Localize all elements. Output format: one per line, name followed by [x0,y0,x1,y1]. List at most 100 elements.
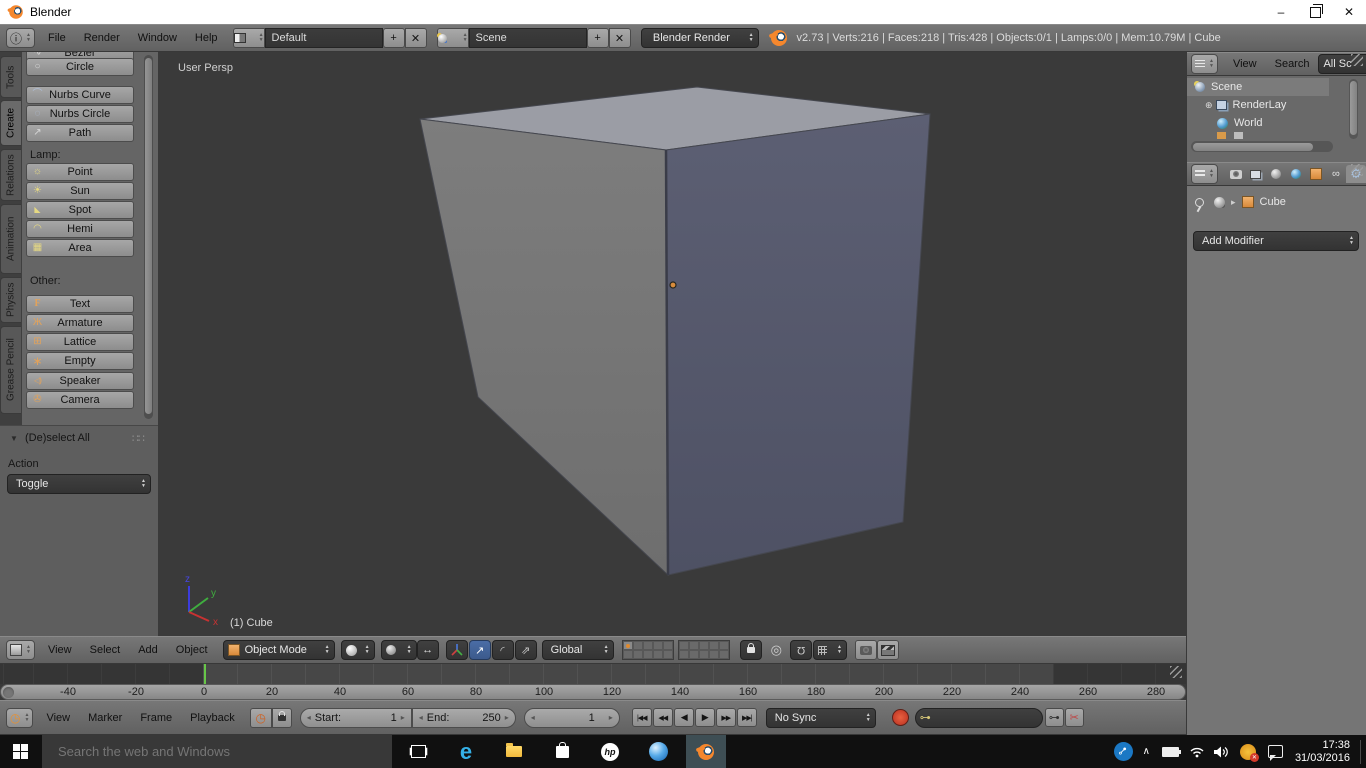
slider-left-arrow[interactable]: ◂ [531,713,535,722]
snap-element-select[interactable] [813,640,847,660]
next-keyframe-button[interactable]: ▶▶ [716,708,736,727]
add-nurbs-curve-button[interactable]: ⌒ Nurbs Curve [26,86,134,104]
add-armature-button[interactable]: Ж Armature [26,314,134,332]
layer-cell[interactable] [679,641,689,650]
outliner-vscrollbar[interactable] [1349,79,1358,139]
slider-right-arrow[interactable]: ▸ [505,713,509,722]
outliner-row-scene[interactable]: Scene [1187,78,1329,96]
delete-layout-button[interactable]: ✕ [405,28,427,48]
tab-create[interactable]: Create [0,100,21,146]
tab-animation[interactable]: Animation [0,204,21,274]
add-nurbs-circle-button[interactable]: ◌ Nurbs Circle [26,105,134,123]
expand-icon[interactable]: ⊕ [1205,100,1213,111]
record-button[interactable] [892,709,909,726]
corner-resize-grip[interactable] [1170,666,1182,678]
jump-to-start-button[interactable]: |◀◀ [632,708,652,727]
layers-widget[interactable] [622,640,730,660]
opengl-render-anim-button[interactable] [877,640,899,660]
timeline-ruler[interactable]: -40-200204060801001201401601802002202402… [0,684,1186,700]
layer-cell[interactable] [699,641,709,650]
layer-cell[interactable] [663,641,673,650]
add-empty-button[interactable]: ∗ Empty [26,352,134,370]
corner-resize-grip[interactable] [1351,54,1363,66]
browser-button[interactable] [638,735,678,768]
manipulate-center-points-toggle[interactable]: ↔ [417,640,439,660]
view3d-menu-select[interactable]: Select [81,644,130,656]
add-modifier-select[interactable]: Add Modifier [1193,231,1359,251]
pin-icon[interactable] [1195,198,1204,207]
layer-cell[interactable] [709,641,719,650]
add-scene-button[interactable]: + [587,28,609,48]
play-button[interactable]: ▶ [695,708,715,727]
layer-cell[interactable] [633,650,643,659]
minimize-button[interactable]: – [1264,0,1298,24]
play-reverse-button[interactable]: ◀ [674,708,694,727]
tab-render[interactable] [1226,165,1246,183]
translate-manipulator-button[interactable]: ↗ [469,640,491,660]
screen-layout-name[interactable]: Default [265,28,383,48]
scene-icon-button[interactable] [437,28,469,48]
corner-resize-grip[interactable] [1351,164,1363,176]
add-area-lamp-button[interactable]: ▦ Area [26,239,134,257]
restore-button[interactable] [1298,0,1332,24]
add-spot-lamp-button[interactable]: ◣ Spot [26,201,134,219]
tray-expand-chevron[interactable]: ∧ [1143,746,1150,757]
add-sun-lamp-button[interactable]: ☀ Sun [26,182,134,200]
cube-right-face[interactable] [666,114,930,575]
start-button[interactable] [0,735,40,768]
opengl-render-image-button[interactable] [855,640,877,660]
menu-render[interactable]: Render [75,32,129,44]
hp-button[interactable]: hp [590,735,630,768]
panel-drag-dots-icon[interactable]: ∷∷ [132,432,144,445]
timeline-menu-playback[interactable]: Playback [181,712,244,724]
add-path-button[interactable]: ↗ Path [26,124,134,142]
layer-cell[interactable] [699,650,709,659]
layer-cell[interactable] [633,641,643,650]
keying-set-field[interactable]: ⊶ [915,708,1043,728]
layer-cell[interactable] [719,650,729,659]
editor-type-button[interactable]: ⓘ [6,28,35,48]
view3d-menu-object[interactable]: Object [167,644,217,656]
slider-left-arrow[interactable]: ◂ [307,713,311,722]
antivirus-tray-icon[interactable] [1240,744,1256,760]
volume-icon[interactable] [1213,745,1230,759]
layer-cell-active[interactable] [623,641,633,650]
viewport-3d[interactable]: User Persp z y x (1) Cube [0,52,1186,636]
current-frame-field[interactable]: ◂ 1 ▸ [524,708,620,728]
layer-cell[interactable] [709,650,719,659]
layer-cell[interactable] [653,650,663,659]
slider-left-arrow[interactable]: ◂ [419,713,423,722]
rotate-manipulator-button[interactable]: ◜ [492,640,514,660]
battery-icon[interactable] [1162,747,1179,757]
outliner-hscrollbar[interactable] [1191,141,1333,152]
insert-keyframe-button[interactable]: ⊶ [1045,708,1064,727]
store-button[interactable] [542,735,582,768]
layer-cell[interactable] [689,650,699,659]
tab-relations[interactable]: Relations [0,149,21,201]
wifi-icon[interactable] [1189,746,1205,758]
tab-scene[interactable] [1266,165,1286,183]
transform-orientation-select[interactable]: Global [542,640,614,660]
timeline-editor-type-button[interactable]: ◷ [6,708,33,728]
delete-scene-button[interactable]: ✕ [609,28,631,48]
add-hemi-lamp-button[interactable]: ◠ Hemi [26,220,134,238]
screen-layout-icon-button[interactable] [233,28,265,48]
layer-cell[interactable] [719,641,729,650]
pivot-point-select[interactable] [381,640,417,660]
add-speaker-button[interactable]: ◁) Speaker [26,372,134,390]
layer-cell[interactable] [663,650,673,659]
slider-right-arrow[interactable]: ▸ [609,713,613,722]
manipulator-toggle[interactable] [446,640,468,660]
add-point-lamp-button[interactable]: ☼ Point [26,163,134,181]
cube-left-face[interactable] [420,119,668,575]
view3d-menu-add[interactable]: Add [129,644,167,656]
layer-cell[interactable] [679,650,689,659]
timeline-menu-view[interactable]: View [37,712,79,724]
action-center-icon[interactable] [1268,745,1283,758]
layer-cell[interactable] [623,650,633,659]
object-origin-dot[interactable] [670,282,676,288]
tab-object[interactable] [1306,165,1326,183]
edge-button[interactable]: e [446,735,486,768]
current-frame-line[interactable] [204,664,206,684]
tab-physics[interactable]: Physics [0,277,21,323]
